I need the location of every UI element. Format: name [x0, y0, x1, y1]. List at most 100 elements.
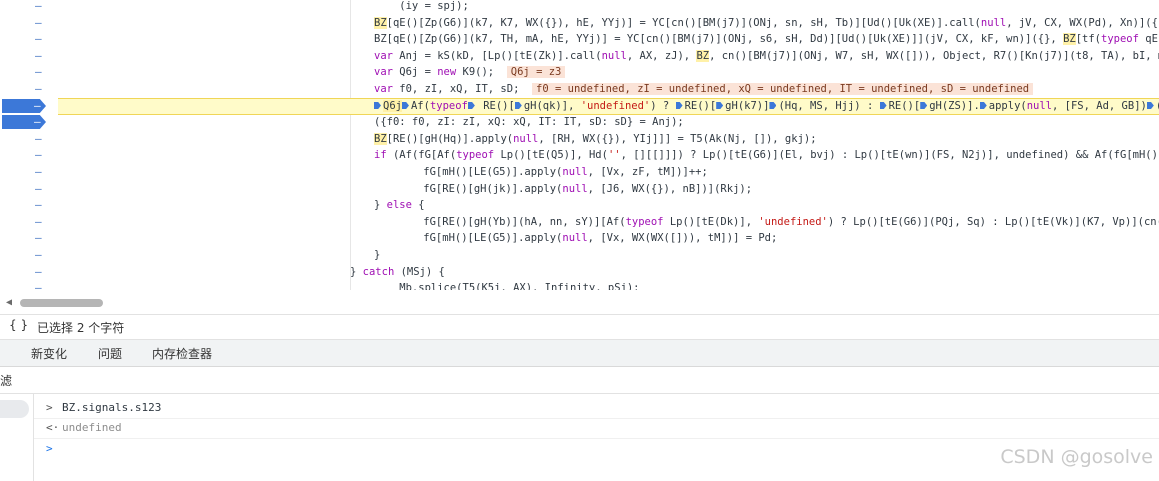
gutter-line[interactable]: – [0, 214, 58, 230]
code-line[interactable]: (iy = spj); [58, 0, 1159, 14]
code-token: BZ [374, 133, 387, 145]
step-marker-icon[interactable] [514, 102, 522, 109]
pretty-print-braces-icon[interactable]: { } [9, 318, 28, 332]
code-token: , [Vx, WX(WX([])), tM])] = Pd; [587, 232, 778, 244]
filter-label[interactable]: 滤 [0, 372, 12, 389]
step-marker-icon[interactable] [716, 102, 724, 109]
code-line[interactable]: if (Af(fG[Af(typeof Lp()[tE(Q5)], Hd('',… [58, 147, 1159, 163]
code-token: catch [362, 266, 395, 278]
code-text: var Q6j = new K9(); Q6j = z3 [374, 64, 566, 80]
code-token: null [562, 166, 588, 178]
step-marker-icon[interactable] [374, 102, 381, 109]
code-line[interactable]: Mb.splice(T5(K5j, AX), Infinity, pSj); [58, 280, 1159, 290]
step-marker-icon[interactable] [401, 102, 409, 109]
code-text: fG[mH()[LE(G5)].apply(null, [Vx, zF, tM]… [398, 164, 708, 180]
step-marker-icon[interactable] [467, 102, 475, 109]
scrollbar-thumb[interactable] [20, 299, 103, 307]
tab-issues[interactable]: 问题 [98, 345, 122, 362]
code-token: , [FS, Ad, GB]) [1052, 100, 1147, 112]
code-token: var [374, 83, 393, 95]
code-text: Q6j Af(typeof RE()[gH(qk)], 'undefined') … [374, 99, 1159, 114]
gutter-line[interactable]: – [0, 15, 58, 31]
expand-chevron-icon[interactable]: > [46, 398, 53, 418]
code-line[interactable]: BZ[qE()[Zp(G6)](k7, K7, WX({}), hE, YYj)… [58, 15, 1159, 31]
code-line[interactable]: var Anj = kS(kD, [Lp()[tE(Zk)].call(null… [58, 48, 1159, 64]
gutter-mark: – [35, 32, 42, 45]
code-line[interactable]: ({f0: f0, zI: zI, xQ: xQ, IT: IT, sD: sD… [58, 114, 1159, 130]
gutter-line[interactable]: – [0, 64, 58, 80]
watermark: CSDN @gosolve [1000, 446, 1153, 468]
code-token: 'undefined' [758, 216, 828, 228]
gutter-line[interactable]: – [0, 98, 58, 114]
gutter-line[interactable]: – [0, 0, 58, 14]
horizontal-scrollbar[interactable]: ◀ [0, 296, 1159, 310]
gutter-line[interactable]: – [0, 114, 58, 130]
gutter-line[interactable]: – [0, 81, 58, 97]
tab-memory-inspector[interactable]: 内存检查器 [152, 345, 212, 362]
code-line[interactable]: var Q6j = new K9(); Q6j = z3 [58, 64, 1159, 80]
gutter-mark: – [35, 132, 42, 145]
gutter-mark: – [35, 215, 42, 228]
gutter-mark: – [35, 248, 42, 261]
step-marker-icon[interactable] [879, 102, 887, 109]
console-prompt[interactable]: > [34, 439, 1159, 459]
code-line[interactable]: BZ[RE()[gH(Hq)].apply(null, [RH, WX({}),… [58, 131, 1159, 147]
gutter-line[interactable]: – [0, 164, 58, 180]
tab-changes[interactable]: 新变化 [31, 345, 67, 362]
code-line[interactable]: BZ[qE()[Zp(G6)](k7, TH, mA, hE, YYj)] = … [58, 31, 1159, 47]
prompt-chevron-icon: > [46, 442, 53, 455]
console-input-expression: BZ.signals.s123 [62, 401, 162, 414]
sidebar-selected-item[interactable] [0, 400, 29, 418]
gutter-mark: – [35, 82, 42, 95]
code-line[interactable]: fG[mH()[LE(G5)].apply(null, [Vx, WX(WX([… [58, 230, 1159, 246]
code-text: var Anj = kS(kD, [Lp()[tE(Zk)].call(null… [374, 48, 1159, 64]
gutter-line[interactable]: – [0, 264, 58, 280]
step-marker-icon[interactable] [979, 102, 987, 109]
step-marker-icon[interactable] [675, 102, 683, 109]
code-line[interactable]: } [58, 247, 1159, 263]
code-text: BZ[qE()[Zp(G6)](k7, TH, mA, hE, YYj)] = … [374, 31, 1159, 47]
gutter-mark: – [34, 115, 41, 128]
gutter-line[interactable]: – [0, 131, 58, 147]
code-line[interactable]: fG[RE()[gH(jk)].apply(null, [J6, WX({}),… [58, 181, 1159, 197]
code-text: } [374, 247, 380, 263]
console-result-value: undefined [62, 421, 122, 434]
code-token: RE()[ [888, 100, 921, 112]
code-token: [tf( [1075, 33, 1102, 45]
gutter-line[interactable]: – [0, 31, 58, 47]
code-token: Q6j = [392, 66, 438, 78]
code-token: null [1026, 100, 1053, 112]
code-token: Lp()[tE(Dk)], [663, 216, 759, 228]
code-token: fG[RE()[gH(jk)].apply( [398, 183, 563, 195]
gutter-mark: – [35, 281, 42, 290]
code-text: if (Af(fG[Af(typeof Lp()[tE(Q5)], Hd('',… [374, 147, 1159, 163]
code-line[interactable]: } else { [58, 197, 1159, 213]
gutter-line[interactable]: – [0, 48, 58, 64]
code-editor[interactable]: – – – – – – – – – – – – – – – – – – (iy = spj); BZ[qE()[Zp… [0, 0, 1159, 290]
gutter-line[interactable]: – [0, 147, 58, 163]
drawer-tab-bar: 新变化 问题 内存检查器 [0, 340, 1159, 367]
code-token: BZ[qE()[Zp(G6)](k7, TH, mA, hE, YYj)] = … [374, 33, 1064, 45]
line-gutter[interactable]: – – – – – – – – – – – – – – – – – – [0, 0, 58, 290]
console-input-line[interactable]: > BZ.signals.s123 [34, 398, 1159, 419]
code-lines[interactable]: (iy = spj); BZ[qE()[Zp(G6)](k7, K7, WX({}… [58, 0, 1159, 290]
gutter-line[interactable]: – [0, 197, 58, 213]
scroll-left-arrow-icon[interactable]: ◀ [6, 297, 12, 308]
gutter-line[interactable]: – [0, 280, 58, 290]
step-marker-icon[interactable] [920, 102, 928, 109]
gutter-line[interactable]: – [0, 181, 58, 197]
gutter-line[interactable]: – [0, 247, 58, 263]
code-line[interactable]: fG[RE()[gH(Yb)](hA, nn, sY)][Af(typeof L… [58, 214, 1159, 230]
code-line[interactable]: var f0, zI, xQ, IT, sD; f0 = undefined, … [58, 81, 1159, 97]
gutter-line[interactable]: – [0, 230, 58, 246]
code-line[interactable]: } catch (MSj) { [58, 264, 1159, 280]
code-token: '' [607, 149, 621, 161]
code-token: qE()[Zp(AX) [1145, 33, 1159, 45]
step-marker-icon[interactable] [1146, 102, 1154, 109]
code-token: apply( [988, 100, 1027, 112]
code-text: var f0, zI, xQ, IT, sD; f0 = undefined, … [374, 81, 1034, 97]
execution-line[interactable]: Q6j Af(typeof RE()[gH(qk)], 'undefined') … [58, 98, 1159, 115]
code-line[interactable]: fG[mH()[LE(G5)].apply(null, [Vx, zF, tM]… [58, 164, 1159, 180]
gutter-mark: – [35, 231, 42, 244]
step-marker-icon[interactable] [769, 102, 777, 109]
